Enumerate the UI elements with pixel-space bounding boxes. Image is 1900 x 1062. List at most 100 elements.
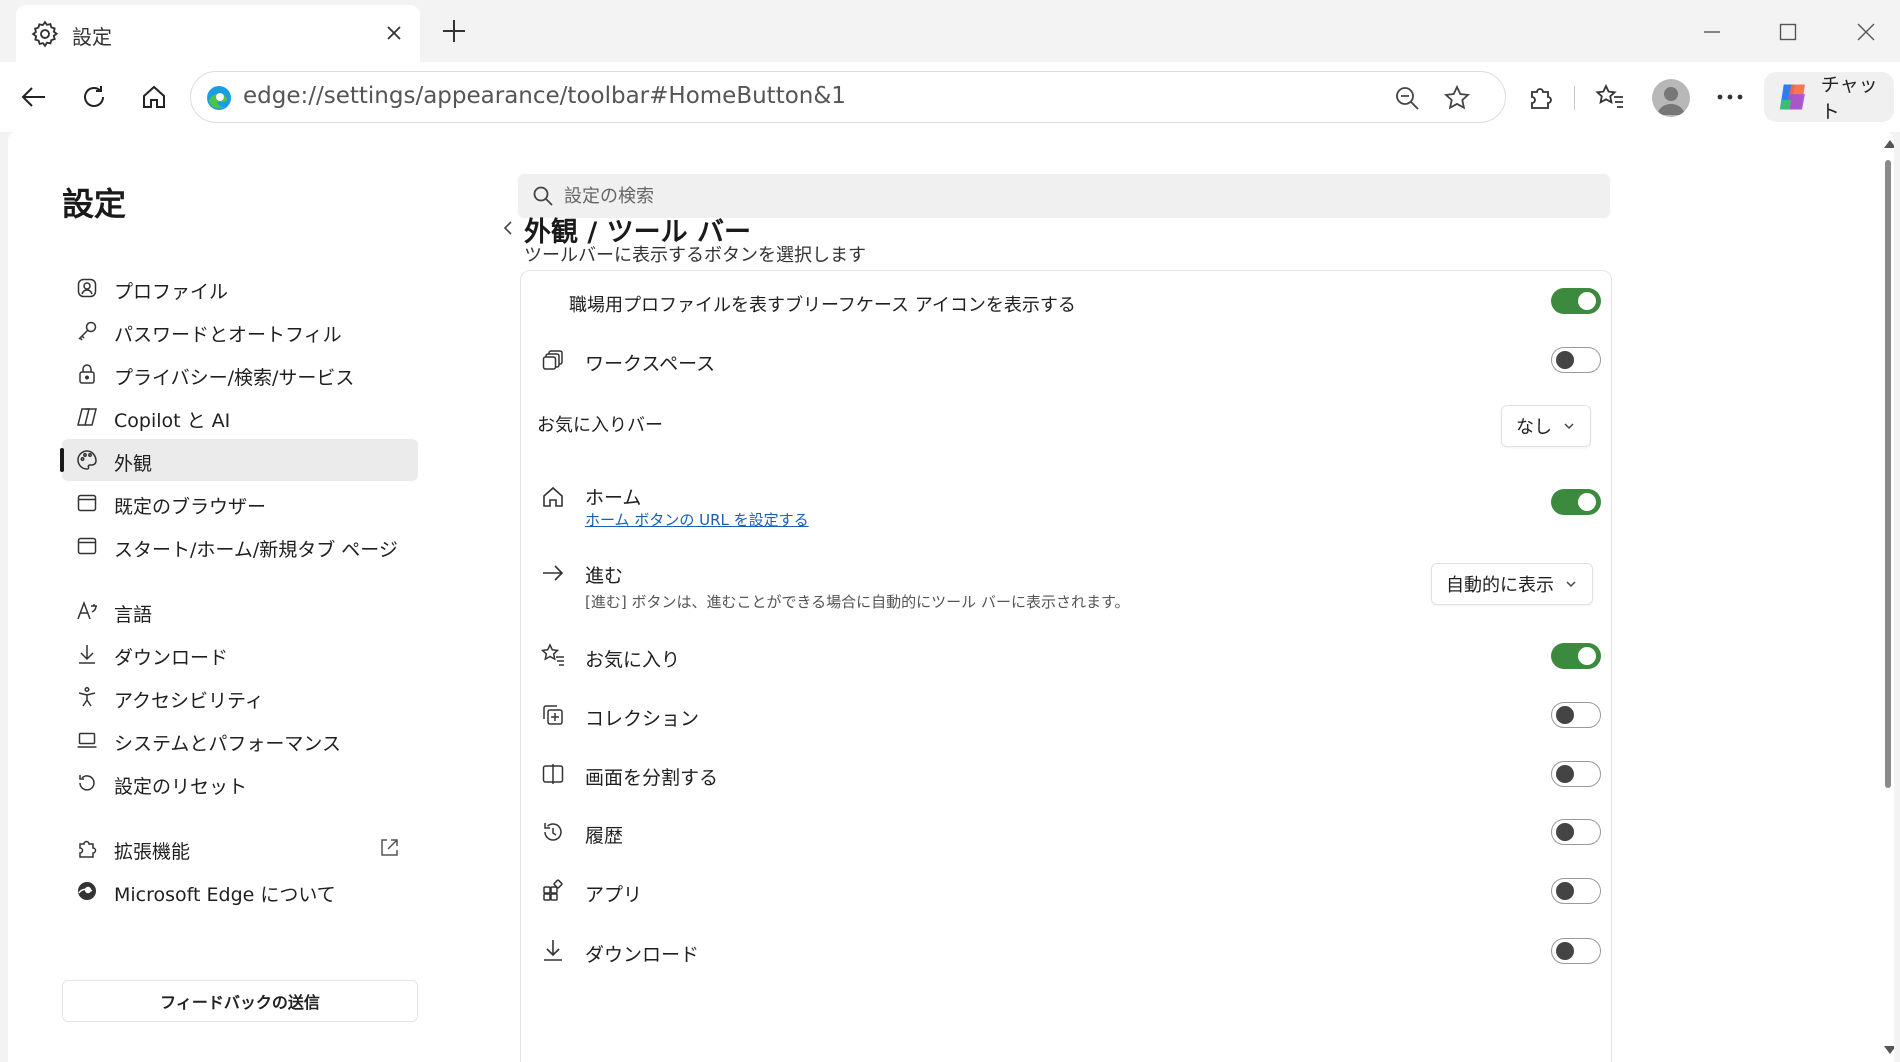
sidebar-item-label: スタート/ホーム/新規タブ ページ [114,539,398,561]
minimize-button[interactable] [1692,12,1732,52]
plus-icon [443,20,465,42]
sidebar-item-about-edge[interactable]: Microsoft Edge について [62,870,418,912]
page-title: 設定 [62,185,127,223]
favorites-bar-dropdown[interactable]: なし [1501,405,1591,447]
sidebar-item-appearance[interactable]: 外観 [60,439,418,481]
back-button[interactable] [14,77,54,117]
sidebar-item-label: プライバシー/検索/サービス [114,367,355,389]
setting-label: コレクション [585,708,700,730]
page-scrollbar[interactable] [1882,132,1894,1062]
sidebar-item-start-home-newtab[interactable]: スタート/ホーム/新規タブ ページ [62,525,418,567]
sidebar-item-label: 言語 [114,604,153,626]
setting-row-forward: 進む [進む] ボタンは、進むことができる場合に自動的にツール バーに表示されま… [521,541,1611,625]
arrow-right-icon [543,565,564,581]
zoom-button[interactable] [1387,78,1427,118]
favorites-toggle[interactable] [1551,643,1601,669]
tab-strip: 設定 [0,0,1900,62]
settings-page: 設定 プロファイル パスワードとオートフィル プライバシー/検索/サービス Co… [8,132,1894,1062]
browser-window-icon [77,494,97,512]
sidebar-item-reset-settings[interactable]: 設定のリセット [62,762,418,804]
work-profile-toggle[interactable] [1551,288,1601,314]
address-url[interactable]: edge://settings/appearance/toolbar#HomeB… [243,83,846,109]
sidebar-item-passwords[interactable]: パスワードとオートフィル [62,310,418,352]
copilot-chat-button[interactable]: チャット [1764,72,1894,123]
setting-row-home: ホーム ホーム ボタンの URL を設定する [521,461,1611,541]
home-toggle[interactable] [1551,489,1601,515]
browser-toolbar: edge://settings/appearance/toolbar#HomeB… [0,62,1900,132]
sidebar-item-label: 外観 [114,453,153,475]
setting-label: ワークスペース [585,353,716,375]
setting-row-split-screen: 画面を分割する [521,744,1611,803]
copilot-icon [1779,84,1805,110]
extensions-button[interactable] [1520,77,1560,117]
workspaces-toggle[interactable] [1551,347,1601,373]
more-horizontal-icon [1717,94,1743,100]
more-menu-button[interactable] [1710,77,1750,117]
chevron-down-icon [1564,423,1574,430]
sidebar-item-languages[interactable]: 言語 [62,590,418,632]
favorites-button[interactable] [1590,77,1630,117]
collections-toggle[interactable] [1551,702,1601,728]
new-tab-page-icon [77,537,97,555]
page-subtitle: ツールバーに表示するボタンを選択します [524,245,866,266]
copilot-chat-label: チャット [1820,74,1878,123]
sidebar-item-downloads[interactable]: ダウンロード [62,633,418,675]
split-screen-toggle[interactable] [1551,761,1601,787]
profile-avatar[interactable] [1652,79,1690,117]
sidebar-item-label: Copilot と AI [114,410,231,432]
toggle-knob [1556,823,1574,841]
downloads-toggle[interactable] [1551,938,1601,964]
close-window-button[interactable] [1846,12,1886,52]
sidebar-item-privacy[interactable]: プライバシー/検索/サービス [62,353,418,395]
tab-close-button[interactable] [378,17,410,49]
sidebar-item-extensions[interactable]: 拡張機能 [62,827,418,869]
sidebar-item-system-performance[interactable]: システムとパフォーマンス [62,719,418,761]
toggle-knob [1556,942,1574,960]
sidebar-item-label: Microsoft Edge について [114,884,336,906]
zoom-out-icon [1396,87,1419,110]
sidebar-item-default-browser[interactable]: 既定のブラウザー [62,482,418,524]
lock-icon [79,364,95,384]
send-feedback-button[interactable]: フィードバックの送信 [62,980,418,1022]
maximize-button[interactable] [1768,12,1808,52]
gear-icon [31,20,59,48]
back-to-appearance-button[interactable] [494,214,522,242]
search-icon [533,186,553,206]
set-home-url-link[interactable]: ホーム ボタンの URL を設定する [585,509,809,530]
star-icon [1444,85,1470,110]
toggle-knob [1578,647,1596,665]
forward-button-dropdown[interactable]: 自動的に表示 [1431,563,1593,605]
tab-title: 設定 [72,25,112,49]
accessibility-icon [78,686,96,707]
sidebar-item-label: パスワードとオートフィル [114,324,342,346]
setting-label: ホーム [585,487,642,509]
chevron-left-icon [503,221,512,235]
sidebar-item-accessibility[interactable]: アクセシビリティ [62,676,418,718]
setting-row-downloads: ダウンロード [521,920,1611,980]
dropdown-value: 自動的に表示 [1446,575,1554,596]
scroll-up-arrow-icon[interactable] [1884,140,1894,148]
tab-settings[interactable]: 設定 [16,5,420,62]
setting-description: [進む] ボタンは、進むことができる場合に自動的にツール バーに表示されます。 [585,593,1130,611]
laptop-icon [77,732,97,748]
home-button[interactable] [134,77,174,117]
apps-toggle[interactable] [1551,878,1601,904]
toolbar-separator [1574,86,1575,110]
add-favorite-button[interactable] [1437,78,1477,118]
sidebar-item-label: ダウンロード [114,647,229,669]
scroll-down-arrow-icon[interactable] [1884,1046,1894,1054]
scroll-thumb[interactable] [1885,160,1891,788]
profile-icon [77,278,97,298]
minimize-icon [1704,31,1720,33]
toggle-knob [1578,493,1596,511]
new-tab-button[interactable] [436,13,472,49]
edge-logo-icon [207,86,231,110]
history-toggle[interactable] [1551,819,1601,845]
refresh-button[interactable] [74,77,114,117]
home-icon [543,486,563,507]
toggle-knob [1556,765,1574,783]
address-bar[interactable]: edge://settings/appearance/toolbar#HomeB… [190,71,1506,123]
setting-row-collections: コレクション [521,685,1611,744]
sidebar-item-profiles[interactable]: プロファイル [62,267,418,309]
sidebar-item-copilot[interactable]: Copilot と AI [62,396,418,438]
